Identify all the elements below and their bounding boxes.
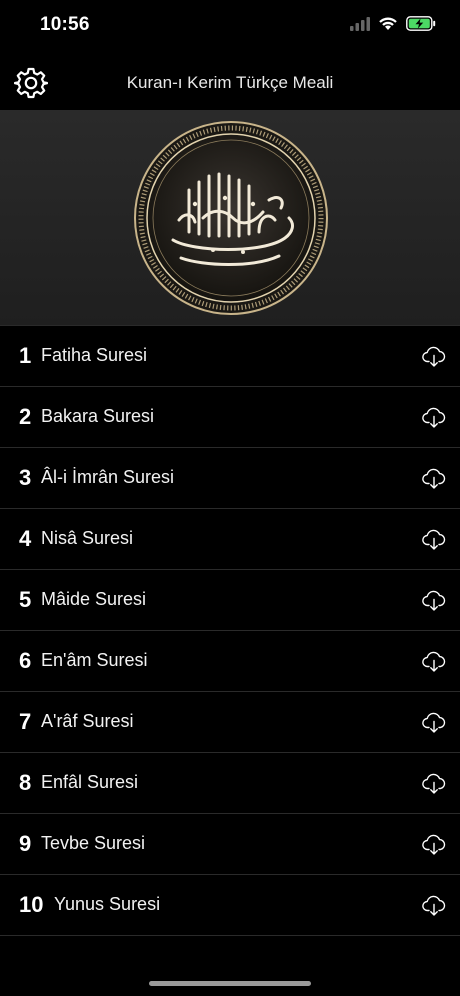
cloud-download-icon[interactable] [422,710,446,734]
cloud-download-icon[interactable] [422,588,446,612]
surah-row[interactable]: 7 A'râf Suresi [0,691,460,752]
surah-number: 2 [19,404,32,429]
nav-bar: Kuran-ı Kerim Türkçe Meali [0,56,460,110]
surah-number: 3 [19,465,32,490]
nav-title: Kuran-ı Kerim Türkçe Meali [126,73,334,92]
surah-name: Nisâ Suresi [41,528,134,548]
surah-row[interactable]: 2 Bakara Suresi [0,386,460,447]
cloud-download-icon[interactable] [422,466,446,490]
surah-row[interactable]: 8 Enfâl Suresi [0,752,460,813]
cloud-download-icon[interactable] [422,344,446,368]
cloud-download-icon[interactable] [422,893,446,917]
surah-name: Enfâl Suresi [41,772,139,792]
surah-name: Bakara Suresi [41,406,155,426]
surah-row[interactable]: 3 Âl-i İmrân Suresi [0,447,460,508]
surah-row[interactable]: 1 Fatiha Suresi [0,325,460,386]
surah-name: Yunus Suresi [54,894,161,914]
surah-number: 1 [19,343,32,368]
status-time: 10:56 [40,14,90,35]
surah-name: Âl-i İmrân Suresi [41,467,175,487]
surah-row[interactable]: 9 Tevbe Suresi [0,813,460,874]
surah-number: 9 [19,831,32,856]
battery-charging-icon [406,16,436,31]
surah-list: 1 Fatiha Suresi 2 Bakara Suresi 3 Âl-i İ… [0,325,460,966]
status-bar: 10:56 [0,0,460,50]
header-banner [0,110,460,326]
surah-number: 10 [19,892,44,917]
surah-name: En'âm Suresi [41,650,148,670]
surah-name: Tevbe Suresi [41,833,146,853]
bismillah-calligraphy-medallion [134,121,328,315]
surah-row-partial[interactable] [0,935,460,966]
surah-number: 7 [19,709,32,734]
cloud-download-icon[interactable] [422,405,446,429]
surah-row[interactable]: 6 En'âm Suresi [0,630,460,691]
cellular-signal-icon [350,16,370,31]
cloud-download-icon[interactable] [422,832,446,856]
surah-name: A'râf Suresi [41,711,134,731]
wifi-icon [379,17,397,30]
home-indicator[interactable] [149,981,311,986]
surah-row[interactable]: 5 Mâide Suresi [0,569,460,630]
surah-number: 8 [19,770,32,795]
surah-name: Mâide Suresi [41,589,147,609]
cloud-download-icon[interactable] [422,771,446,795]
cloud-download-icon[interactable] [422,527,446,551]
surah-row[interactable]: 4 Nisâ Suresi [0,508,460,569]
surah-number: 4 [19,526,32,551]
cloud-download-icon[interactable] [422,649,446,673]
surah-name: Fatiha Suresi [41,345,148,365]
surah-number: 6 [19,648,32,673]
status-icons [350,16,436,31]
surah-number: 5 [19,587,32,612]
surah-row[interactable]: 10 Yunus Suresi [0,874,460,935]
